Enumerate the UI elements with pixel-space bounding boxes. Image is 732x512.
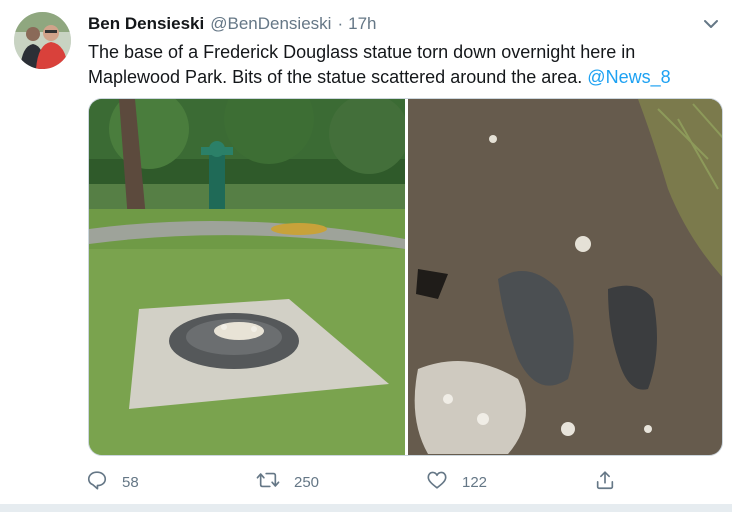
tweet-timestamp[interactable]: 17h xyxy=(348,14,376,34)
tweet-body: The base of a Frederick Douglass statue … xyxy=(88,42,636,87)
tweet-header: Ben Densieski @BenDensieski · 17h xyxy=(88,13,376,35)
like-count: 122 xyxy=(462,473,488,491)
heart-icon xyxy=(426,469,448,495)
share-icon xyxy=(594,469,616,495)
mention-link[interactable]: @News_8 xyxy=(587,67,670,87)
reply-icon xyxy=(86,469,108,495)
reply-button[interactable]: 58 xyxy=(86,468,139,496)
tweet-text: The base of a Frederick Douglass statue … xyxy=(88,40,698,90)
author-handle[interactable]: @BenDensieski xyxy=(210,14,331,34)
tweet[interactable]: Ben Densieski @BenDensieski · 17h The ba… xyxy=(0,0,732,512)
tweet-actions: 58 250 122 xyxy=(86,468,626,496)
divider xyxy=(0,504,732,512)
share-button[interactable] xyxy=(594,468,616,496)
author-name[interactable]: Ben Densieski xyxy=(88,14,204,34)
separator-dot: · xyxy=(337,14,344,33)
avatar[interactable] xyxy=(14,12,71,69)
reply-count: 58 xyxy=(122,473,139,491)
retweet-count: 250 xyxy=(294,473,320,491)
like-button[interactable]: 122 xyxy=(426,468,487,496)
photo-statue-pieces[interactable] xyxy=(408,99,722,455)
retweet-icon xyxy=(256,469,280,495)
retweet-button[interactable]: 250 xyxy=(256,468,319,496)
media-grid xyxy=(88,98,723,456)
photo-statue-base[interactable] xyxy=(89,99,405,455)
chevron-down-icon[interactable] xyxy=(700,13,722,35)
